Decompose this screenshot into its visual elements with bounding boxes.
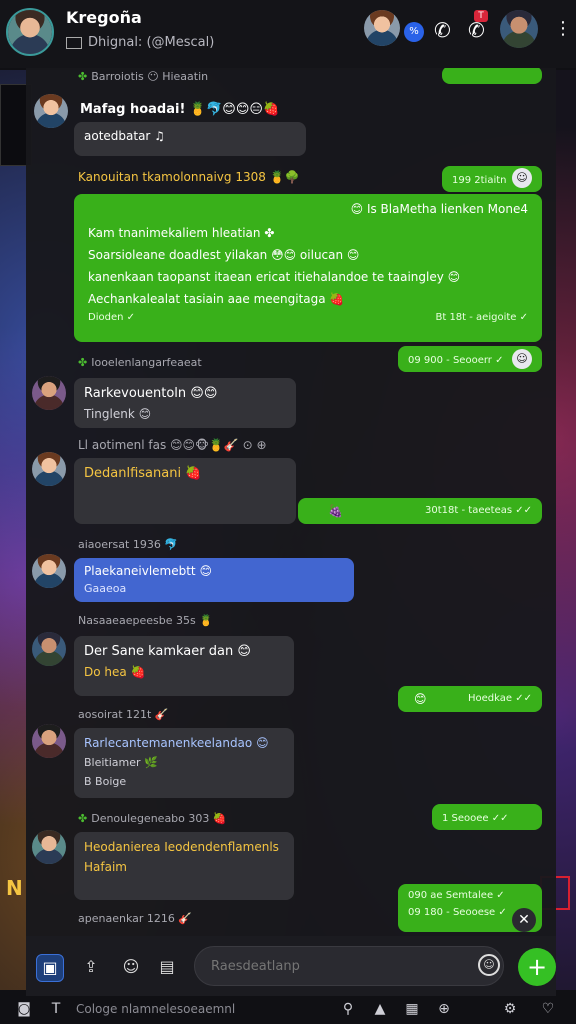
message-text: Hafaim — [84, 860, 127, 874]
sender-name: Der Sane kamkaer dan 😊 — [84, 644, 251, 659]
message-line: Aechankalealat tasiain aae meengitaga 🍓 — [88, 292, 345, 306]
sticker-icon[interactable]: ☺ — [118, 954, 144, 980]
bottom-bar-text: Cologe nlamnelesoeaemnl — [76, 1002, 236, 1016]
message-meta: ✤ Iooelenlangarfeaeat — [78, 356, 202, 369]
sender-avatar[interactable] — [32, 632, 66, 666]
pin-icon: ✤ — [78, 812, 88, 825]
message-line: Kam tnanimekaliem hleatian ✤ — [88, 226, 275, 240]
message-timestamp: 090 ae Semtalee ✓ — [408, 890, 505, 901]
upload-icon[interactable]: ⇪ — [78, 954, 104, 980]
sender-name: Plaekaneivlemebtt 😊 — [84, 564, 212, 578]
message-timestamp: 30t18t - taeeteas ✓✓ — [425, 505, 532, 516]
members-icon — [66, 36, 82, 49]
reaction-badge[interactable]: ☺ — [512, 168, 532, 188]
message-timestamp: 199 2tiaitn — [452, 175, 507, 186]
message-meta: aiaoersat 1936 🐬 — [78, 538, 179, 551]
gamepad-icon[interactable]: ⊕ — [434, 999, 454, 1019]
pin-icon: ✤ — [78, 356, 88, 369]
outgoing-bubble[interactable]: 😊 Hoedkae ✓✓ — [398, 686, 542, 712]
sender-avatar[interactable] — [32, 452, 66, 486]
incoming-bubble[interactable]: Rarlecantemanenkeelandao 😊 Bleitiamer 🌿 … — [74, 728, 294, 798]
outgoing-bubble[interactable]: 😊 Is BlaMetha lienken Mone4 Kam tnanimek… — [74, 194, 542, 342]
message-meta: ✤ Denoulegeneabo 303 🍓 — [78, 812, 227, 825]
sender-avatar[interactable] — [34, 94, 68, 128]
message-timestamp: 1 Seooee ✓✓ — [442, 813, 509, 824]
sender-avatar[interactable] — [32, 830, 66, 864]
heart-icon[interactable]: ♡ — [538, 999, 558, 1019]
sender-avatar[interactable] — [32, 554, 66, 588]
message-meta: aosoirat 121t 🎸 — [78, 708, 169, 721]
pin-icon: ✤ — [78, 70, 88, 83]
member-avatar[interactable] — [364, 10, 400, 46]
message-header-line: 😊 Is BlaMetha lienken Mone4 — [350, 202, 528, 216]
message-status: Dioden ✓ — [88, 312, 135, 323]
chat-panel[interactable]: ✤ Barroiotis 😶 Hieaatin Mafag hoadai! 🍍🐬😊… — [26, 66, 556, 936]
shield-icon[interactable]: ⚲ — [338, 999, 358, 1019]
chat-mode-icon[interactable]: ▣ — [36, 954, 64, 982]
message-line: Soarsioleane doadlest yilakan 😳😊 oilucan… — [88, 248, 360, 262]
incoming-bubble[interactable]: Der Sane kamkaer dan 😊 Do hea 🍓 — [74, 636, 294, 696]
incoming-bubble[interactable]: Heodanierea Ieodendenflamenls Hafaim — [74, 832, 294, 900]
settings-icon[interactable]: ⚙ — [500, 999, 520, 1019]
background-letter: N — [6, 876, 23, 900]
outgoing-bubble[interactable]: 1 Seooee ✓✓ — [432, 804, 542, 830]
image-icon[interactable]: ▤ — [154, 954, 180, 980]
sender-name: Heodanierea Ieodendenflamenls — [84, 840, 279, 854]
highlighted-bubble[interactable]: Plaekaneivlemebtt 😊 Gaaeoa — [74, 558, 354, 602]
message-text: 🍇 — [328, 504, 343, 518]
chat-subtitle: Dhignal: (@Mescal) — [66, 35, 214, 50]
group-avatar[interactable] — [6, 8, 54, 56]
message-meta: apenaenkar 1216 🎸 — [78, 912, 193, 925]
incoming-bubble[interactable]: aotedbatar ♫ — [74, 122, 306, 156]
message-input[interactable] — [194, 946, 504, 986]
message-text: Gaaeoa — [84, 582, 127, 595]
chat-header: Kregoña Dhignal: (@Mescal) % ✆ ✆ T ⋮ — [0, 0, 576, 68]
blue-badge: % — [404, 22, 424, 42]
more-options-icon[interactable]: ⋮ — [554, 18, 572, 39]
outgoing-bubble[interactable]: 🍇 30t18t - taeeteas ✓✓ — [298, 498, 542, 524]
sender-avatar[interactable] — [32, 376, 66, 410]
sender-name: Rarkevouentoln 😊😊 — [84, 386, 218, 401]
message-line: kanenkaan taopanst itaean ericat itiehal… — [88, 270, 461, 284]
profile-avatar[interactable] — [500, 10, 538, 48]
text-icon[interactable]: T — [46, 999, 66, 1019]
close-icon[interactable]: ✕ — [512, 908, 536, 932]
message-text: Bleitiamer 🌿 — [84, 756, 158, 769]
sender-name: Mafag hoadai! 🍍🐬😊😊😑🍓 — [80, 102, 280, 117]
sender-name: Dedanlfisanani 🍓 — [84, 466, 202, 481]
message-text: Do hea 🍓 — [84, 665, 146, 679]
message-text: Tinglenk 😊 — [84, 407, 152, 421]
incoming-bubble[interactable]: Dedanlfisanani 🍓 — [74, 458, 296, 524]
message-timestamp: 09 900 - Seooerr ✓ — [408, 355, 504, 366]
sticker-icon[interactable]: ▦ — [402, 999, 422, 1019]
message-composer: ▣ ⇪ ☺ ▤ ☺ + — [26, 936, 556, 996]
channel-label: Kanouitan tkamolonnaivg 1308 🍍🌳 — [78, 170, 300, 184]
message-timestamp: Hoedkae ✓✓ — [468, 693, 532, 704]
red-badge: T — [474, 10, 488, 22]
gallery-icon[interactable]: ▲ — [370, 999, 390, 1019]
voice-call-icon[interactable]: ✆ — [434, 18, 451, 42]
message-meta: Nasaaeaepeesbe 35s 🍍 — [78, 614, 213, 627]
message-meta: Ll aotimenl fas 😊😊🐵🍍🎸 ⊙ ⊕ — [78, 438, 267, 452]
bottom-bar: ◙ T Cologe nlamnelesoeaemnl ⚲ ▲ ▦ ⊕ ⚙ ♡ — [0, 996, 576, 1024]
message-text: 😊 — [414, 692, 427, 706]
emoji-icon[interactable]: ☺ — [478, 954, 500, 976]
chat-title: Kregoña — [66, 8, 142, 27]
send-button[interactable]: + — [518, 948, 556, 986]
message-text: aotedbatar ♫ — [84, 129, 165, 143]
reaction-badge[interactable]: ☺ — [512, 349, 532, 369]
sender-avatar[interactable] — [32, 724, 66, 758]
sender-name: Rarlecantemanenkeelandao 😊 — [84, 736, 269, 750]
message-timestamp: Bt 18t - aeigoite ✓ — [435, 312, 528, 323]
message-extra: B Boige — [84, 775, 127, 788]
status-icon[interactable]: ◙ — [14, 999, 34, 1019]
outgoing-bubble[interactable] — [442, 66, 542, 84]
message-meta: ✤ Barroiotis 😶 Hieaatin — [78, 70, 209, 83]
incoming-bubble[interactable]: Rarkevouentoln 😊😊 Tinglenk 😊 — [74, 378, 296, 428]
chat-subtitle-text: Dhignal: (@Mescal) — [88, 35, 215, 50]
